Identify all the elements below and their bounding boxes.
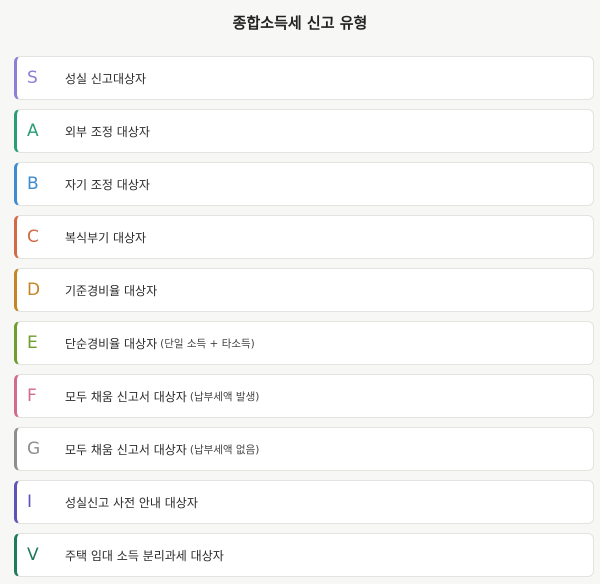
tax-type-label: 기준경비율 대상자 xyxy=(65,283,158,298)
page-title: 종합소득세 신고 유형 xyxy=(232,14,368,32)
tax-type-item-a[interactable]: A 외부 조정 대상자 xyxy=(14,109,594,153)
tax-type-item-e[interactable]: E 단순경비율 대상자 (단일 소득 + 타소득) xyxy=(14,321,594,365)
tax-type-code: F xyxy=(27,386,37,406)
tax-type-label: 복식부기 대상자 xyxy=(65,230,147,245)
tax-type-item-f[interactable]: F 모두 채움 신고서 대상자 (납부세액 발생) xyxy=(14,374,594,418)
tax-type-label: 외부 조정 대상자 xyxy=(65,124,150,139)
tax-type-page: 종합소득세 신고 유형 S 성실 신고대상자 A 외부 조정 대상자 B 자기 … xyxy=(0,0,600,584)
tax-type-label: 모두 채움 신고서 대상자 xyxy=(65,389,187,404)
tax-type-label: 성실신고 사전 안내 대상자 xyxy=(65,495,198,510)
tax-type-code: B xyxy=(27,174,39,194)
tax-type-code: I xyxy=(27,492,33,512)
tax-type-note: (납부세액 발생) xyxy=(189,390,260,403)
tax-type-code: A xyxy=(27,121,39,141)
tax-type-item-g[interactable]: G 모두 채움 신고서 대상자 (납부세액 없음) xyxy=(14,427,594,471)
tax-type-label: 주택 임대 소득 분리과세 대상자 xyxy=(65,548,224,563)
tax-type-note: (단일 소득 + 타소득) xyxy=(160,337,255,350)
tax-type-item-i[interactable]: I 성실신고 사전 안내 대상자 xyxy=(14,480,594,524)
tax-type-note: (납부세액 없음) xyxy=(189,443,260,456)
tax-type-item-b[interactable]: B 자기 조정 대상자 xyxy=(14,162,594,206)
tax-type-code: V xyxy=(27,545,39,565)
tax-type-label: 단순경비율 대상자 xyxy=(65,336,158,351)
tax-type-item-d[interactable]: D 기준경비율 대상자 xyxy=(14,268,594,312)
tax-type-item-s[interactable]: S 성실 신고대상자 xyxy=(14,56,594,100)
tax-type-item-c[interactable]: C 복식부기 대상자 xyxy=(14,215,594,259)
tax-type-code: S xyxy=(27,68,38,88)
tax-type-code: C xyxy=(27,227,39,247)
tax-type-label: 성실 신고대상자 xyxy=(65,71,147,86)
tax-type-item-v[interactable]: V 주택 임대 소득 분리과세 대상자 xyxy=(14,533,594,577)
tax-type-code: E xyxy=(27,333,38,353)
tax-type-code: D xyxy=(27,280,41,300)
tax-type-label: 자기 조정 대상자 xyxy=(65,177,150,192)
tax-type-code: G xyxy=(27,439,41,459)
tax-type-label: 모두 채움 신고서 대상자 xyxy=(65,442,187,457)
